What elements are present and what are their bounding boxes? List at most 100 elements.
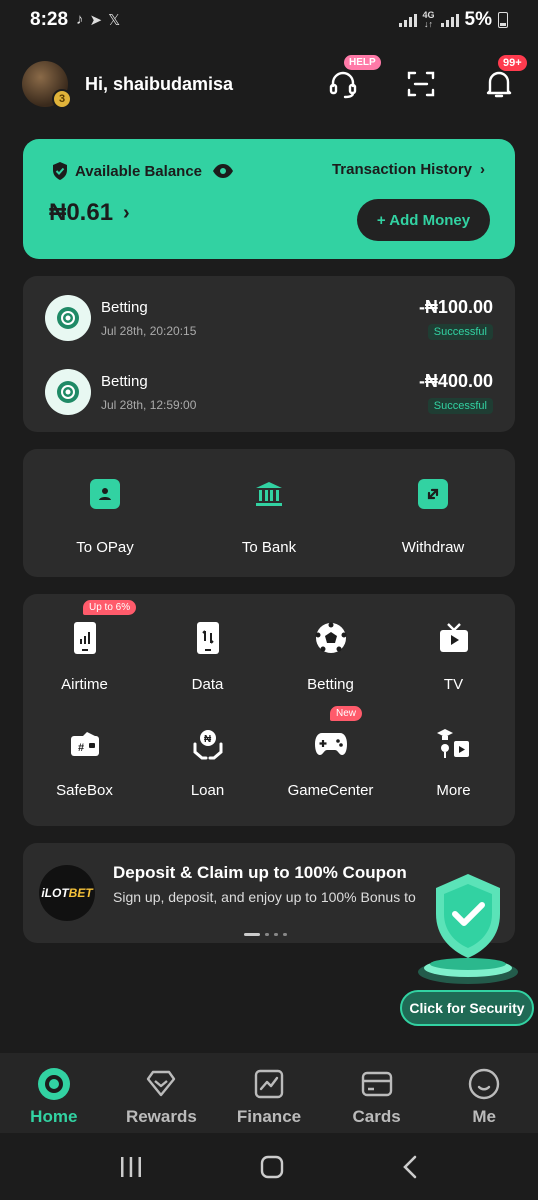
nav-rewards[interactable]: Rewards <box>108 1053 216 1133</box>
service-label: More <box>436 782 471 799</box>
svg-text:₦: ₦ <box>204 734 212 745</box>
service-betting[interactable]: Betting <box>269 620 392 693</box>
carousel-dot <box>265 933 269 936</box>
service-label: Data <box>191 676 224 693</box>
transaction-status: Successful <box>427 397 493 414</box>
avatar[interactable]: 3 <box>22 61 72 109</box>
gamecenter-new-tag: New <box>330 706 363 721</box>
withdraw-label: Withdraw <box>401 539 465 556</box>
balance-label: Available Balance <box>75 162 203 180</box>
carousel-dots <box>244 933 287 936</box>
gamepad-icon <box>314 726 348 762</box>
nav-cards[interactable]: Cards <box>323 1053 431 1133</box>
person-card-icon <box>90 479 120 509</box>
phone-airtime-icon <box>68 620 102 656</box>
nav-me-label: Me <box>472 1107 496 1126</box>
chevron-right-icon: › <box>123 201 130 224</box>
service-safebox[interactable]: # SafeBox <box>23 726 146 799</box>
chevron-right-icon: › <box>480 161 485 178</box>
nav-finance-label: Finance <box>236 1107 302 1126</box>
signal-icon-2 <box>440 13 459 27</box>
balance-amount-row[interactable]: ₦0.61 › <box>49 199 130 227</box>
transaction-amount: -₦100.00 <box>418 296 493 317</box>
scan-button[interactable] <box>404 67 438 101</box>
transaction-info: Betting Jul 28th, 12:59:00 <box>101 373 196 412</box>
transaction-amount-col: -₦100.00 Successful <box>419 297 493 340</box>
greeting-text: Hi, shaibudamisa <box>85 73 234 94</box>
level-badge: 3 <box>52 89 72 109</box>
battery-percent: 5% <box>464 9 492 30</box>
phone-data-icon <box>191 620 225 656</box>
back-icon[interactable] <box>400 1155 420 1179</box>
bottom-nav: Home Rewards Finance Cards Me <box>0 1053 538 1133</box>
card-icon <box>361 1071 392 1097</box>
service-label: Betting <box>307 676 354 693</box>
header-actions: HELP 99+ <box>326 55 527 101</box>
to-bank-button[interactable]: To Bank <box>187 449 351 577</box>
nav-rewards-label: Rewards <box>125 1107 197 1126</box>
transaction-title: Betting <box>101 372 148 390</box>
balance-amount: ₦0.61 <box>49 199 114 226</box>
telegram-icon: ➤ <box>89 12 103 29</box>
airtime-promo-tag: Up to 6% <box>83 600 137 615</box>
service-loan[interactable]: ₦ Loan <box>146 726 269 799</box>
home-icon <box>37 1068 70 1100</box>
status-right: 4G ↓↑ 5% <box>398 9 508 31</box>
home-system-icon[interactable] <box>260 1155 284 1179</box>
logo-text-b: BET <box>68 886 93 900</box>
shield-check-icon <box>53 162 67 180</box>
service-label: SafeBox <box>56 782 113 799</box>
carousel-dot <box>283 933 287 936</box>
service-gamecenter[interactable]: New GameCenter <box>269 706 392 799</box>
service-airtime[interactable]: Up to 6% Airtime <box>23 600 146 693</box>
finance-icon <box>254 1069 284 1099</box>
system-nav-bar <box>0 1133 538 1200</box>
to-opay-label: To OPay <box>76 539 134 556</box>
tv-icon <box>437 620 471 656</box>
nav-home[interactable]: Home <box>0 1053 108 1133</box>
add-money-button[interactable]: + Add Money <box>357 199 490 241</box>
transaction-row[interactable]: Betting Jul 28th, 12:59:00 -₦400.00 Succ… <box>23 357 515 427</box>
x-icon: 𝕏 <box>108 12 121 29</box>
security-button[interactable]: Click for Security <box>400 990 534 1026</box>
service-tv[interactable]: TV <box>392 620 515 693</box>
security-floater[interactable]: Click for Security <box>400 872 536 1028</box>
scan-icon <box>407 71 435 97</box>
status-time: 8:28 <box>30 9 69 30</box>
transaction-date: Jul 28th, 12:59:00 <box>101 397 197 412</box>
transaction-history-label: Transaction History <box>331 161 472 178</box>
status-bar: 8:28 ♪ ➤ 𝕏 4G ↓↑ 5% <box>0 0 538 40</box>
service-label: Airtime <box>61 676 108 693</box>
promo-subtitle: Sign up, deposit, and enjoy up to 100% B… <box>113 889 416 905</box>
app-header: 3 Hi, shaibudamisa HELP 99+ <box>22 55 527 110</box>
service-label: GameCenter <box>287 782 374 799</box>
to-opay-button[interactable]: To OPay <box>23 449 187 577</box>
nav-me[interactable]: Me <box>430 1053 538 1133</box>
eye-icon[interactable] <box>212 163 234 179</box>
nav-home-label: Home <box>30 1107 78 1126</box>
battery-icon <box>498 12 508 28</box>
network-4g-icon: 4G ↓↑ <box>422 10 435 29</box>
more-services-icon <box>436 726 471 762</box>
transaction-amount: -₦400.00 <box>418 370 493 391</box>
notification-button[interactable]: 99+ <box>482 55 527 101</box>
security-shield-icon <box>418 874 518 984</box>
carousel-dot-active <box>244 933 260 936</box>
nav-cards-label: Cards <box>352 1107 401 1126</box>
help-tag: HELP <box>344 55 381 70</box>
service-label: Loan <box>190 782 225 799</box>
service-data[interactable]: Data <box>146 620 269 693</box>
soccer-ball-icon <box>45 295 91 341</box>
soccer-ball-icon <box>314 620 348 656</box>
transaction-history-link[interactable]: Transaction History › <box>332 161 485 178</box>
service-more[interactable]: More <box>392 726 515 799</box>
svg-text:#: # <box>78 742 84 754</box>
withdraw-button[interactable]: Withdraw <box>351 449 515 577</box>
services-grid: Up to 6% Airtime Data Betting TV # SafeB… <box>23 594 515 826</box>
transaction-row[interactable]: Betting Jul 28th, 20:20:15 -₦100.00 Succ… <box>23 283 515 353</box>
tiktok-icon: ♪ <box>76 11 84 28</box>
recent-apps-icon[interactable] <box>118 1155 144 1179</box>
nav-finance[interactable]: Finance <box>215 1053 323 1133</box>
service-label: TV <box>443 676 464 693</box>
help-button[interactable]: HELP <box>326 55 381 101</box>
